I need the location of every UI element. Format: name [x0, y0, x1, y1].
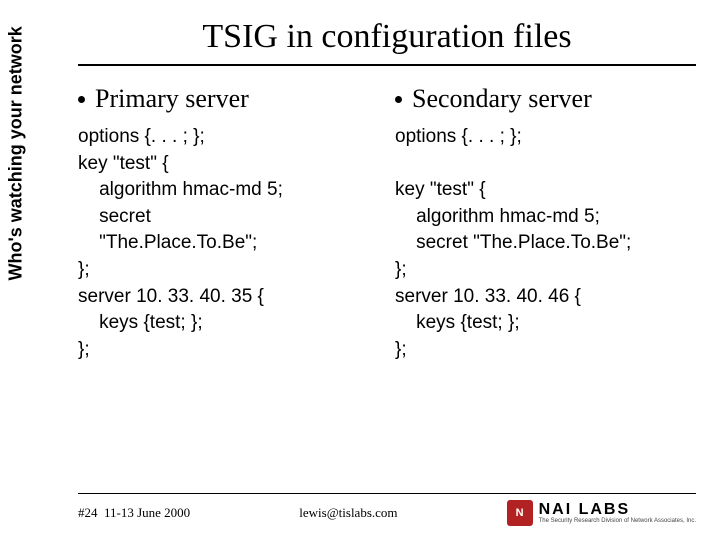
footer-email: lewis@tislabs.com [190, 505, 506, 521]
column-primary: Primary server options {. . . ; }; key "… [78, 84, 379, 363]
columns: Primary server options {. . . ; }; key "… [78, 84, 696, 363]
heading-text-primary: Primary server [95, 84, 249, 113]
logo-sub-text: The Security Research Division of Networ… [539, 518, 696, 524]
logo-mark-icon: N [507, 500, 533, 526]
heading-text-secondary: Secondary server [412, 84, 592, 113]
column-heading-primary: Primary server [78, 84, 379, 114]
footer-rule [78, 493, 696, 494]
column-heading-secondary: Secondary server [395, 84, 696, 114]
sidebar-tagline: Who's watching your network [6, 26, 27, 280]
bullet-icon [78, 96, 85, 103]
footer-row: #24 11-13 June 2000 lewis@tislabs.com N … [78, 500, 696, 526]
slide-number: #24 [78, 505, 98, 520]
bullet-icon [395, 96, 402, 103]
slide-title: TSIG in configuration files [78, 12, 696, 64]
logo-main-text: NAI LABS [539, 502, 696, 518]
column-secondary: Secondary server options {. . . ; }; key… [395, 84, 696, 363]
slide-content: TSIG in configuration files Primary serv… [54, 0, 720, 540]
code-secondary: options {. . . ; }; key "test" { algorit… [395, 124, 696, 363]
title-rule [78, 64, 696, 66]
code-primary: options {. . . ; }; key "test" { algorit… [78, 124, 379, 363]
footer-left: #24 11-13 June 2000 [78, 505, 190, 521]
footer-date: 11-13 June 2000 [104, 505, 190, 520]
footer-logo: N NAI LABS The Security Research Divisio… [507, 500, 696, 526]
footer: #24 11-13 June 2000 lewis@tislabs.com N … [54, 493, 720, 526]
